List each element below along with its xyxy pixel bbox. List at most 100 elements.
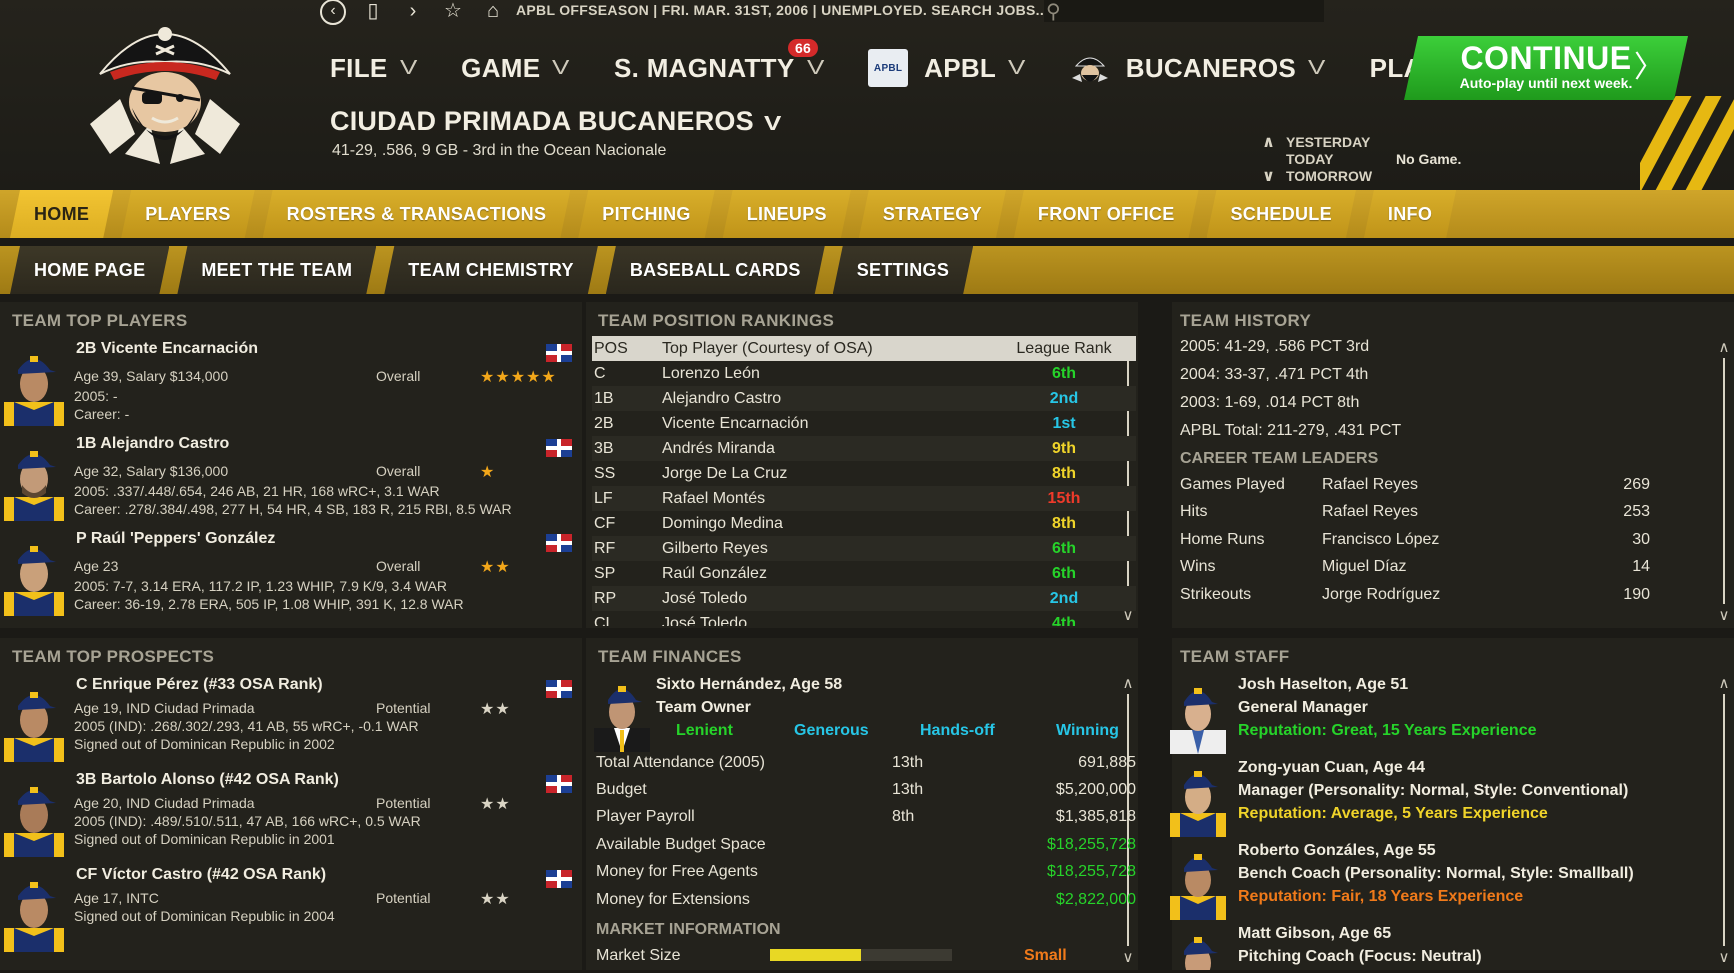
bookmark-icon[interactable]: ▯: [360, 0, 386, 25]
home-icon[interactable]: ⌂: [480, 0, 506, 25]
top-player-card[interactable]: 1B Alejandro Castro Age 32, Salary $136,…: [0, 431, 580, 526]
status-line[interactable]: APBL OFFSEASON | FRI. MAR. 31ST, 2006 | …: [516, 2, 1048, 18]
table-row[interactable]: LF Rafael Montés 15th: [592, 486, 1136, 511]
staff-member[interactable]: Zong-yuan Cuan, Age 44 Manager (Personal…: [1170, 759, 1710, 839]
column-header[interactable]: Top Player (Courtesy of OSA): [662, 340, 992, 358]
table-row[interactable]: 2B Vicente Encarnación 1st: [592, 411, 1136, 436]
player-name[interactable]: Alejandro Castro: [662, 390, 992, 408]
player-name[interactable]: 2B Vicente Encarnación: [76, 340, 258, 358]
tab-players[interactable]: PLAYERS: [121, 190, 254, 238]
player-name[interactable]: Gilberto Reyes: [662, 540, 992, 558]
column-header[interactable]: League Rank: [992, 340, 1136, 358]
day-tomorrow[interactable]: TOMORROW: [1286, 168, 1372, 185]
staff-name[interactable]: Matt Gibson, Age 65: [1238, 925, 1391, 943]
column-header[interactable]: POS: [592, 340, 662, 358]
menu-manager[interactable]: S. MAGNATTY 66 V: [614, 38, 824, 84]
prospect-name[interactable]: C Enrique Pérez (#33 OSA Rank): [76, 676, 323, 694]
team-logo[interactable]: [80, 4, 250, 174]
forward-icon[interactable]: ›: [400, 0, 426, 25]
leader-player[interactable]: Rafael Reyes: [1322, 503, 1418, 521]
tab-info[interactable]: INFO: [1364, 190, 1456, 238]
subtab-meet-the-team[interactable]: MEET THE TEAM: [177, 246, 376, 294]
scroll-down-icon[interactable]: ∨: [1118, 948, 1138, 966]
tab-home[interactable]: HOME: [10, 190, 113, 238]
staff-role: Bench Coach (Personality: Normal, Style:…: [1238, 865, 1634, 882]
menu-league[interactable]: APBL APBL V: [868, 49, 1025, 87]
chevron-down-icon[interactable]: ∨: [1262, 168, 1275, 185]
scroll-down-icon[interactable]: ∨: [1714, 948, 1734, 966]
prospect-card[interactable]: CF Víctor Castro (#42 OSA Rank) Age 17, …: [0, 862, 580, 957]
table-row[interactable]: SS Jorge De La Cruz 8th: [592, 461, 1136, 486]
table-row[interactable]: RF Gilberto Reyes 6th: [592, 536, 1136, 561]
player-name[interactable]: Andrés Miranda: [662, 440, 992, 458]
table-row[interactable]: SP Raúl González 6th: [592, 561, 1136, 586]
continue-button[interactable]: CONTINUE Auto-play until next week. 〉: [1404, 36, 1688, 100]
player-name[interactable]: 1B Alejandro Castro: [76, 435, 229, 453]
menu-file[interactable]: FILE V: [330, 53, 417, 84]
tab-rosters-transactions[interactable]: ROSTERS & TRANSACTIONS: [263, 190, 571, 238]
owner-name[interactable]: Sixto Hernández, Age 58: [656, 676, 842, 694]
leader-player[interactable]: Francisco López: [1322, 531, 1439, 549]
scroll-track[interactable]: [1723, 358, 1725, 604]
player-name[interactable]: Jorge De La Cruz: [662, 465, 992, 483]
scroll-up-icon[interactable]: ∧: [1714, 338, 1734, 356]
table-row[interactable]: CL José Toledo 4th: [592, 611, 1136, 627]
scroll-down-icon[interactable]: ∨: [1714, 606, 1734, 624]
player-name[interactable]: José Toledo: [662, 590, 992, 608]
star-icon[interactable]: ☆: [440, 0, 466, 25]
prospect-name[interactable]: 3B Bartolo Alonso (#42 OSA Rank): [76, 771, 339, 789]
prospect-name[interactable]: CF Víctor Castro (#42 OSA Rank): [76, 866, 326, 884]
player-name[interactable]: Vicente Encarnación: [662, 415, 992, 433]
top-player-card[interactable]: 2B Vicente Encarnación Age 39, Salary $1…: [0, 336, 580, 431]
menu-team[interactable]: BUCANEROS V: [1070, 48, 1325, 88]
prospect-card[interactable]: 3B Bartolo Alonso (#42 OSA Rank) Age 20,…: [0, 767, 580, 862]
subtab-settings[interactable]: SETTINGS: [833, 246, 973, 294]
top-player-card[interactable]: P Raúl 'Peppers' González Age 23 Overall…: [0, 526, 580, 621]
menu-game[interactable]: GAME V: [461, 53, 570, 84]
staff-avatar: [1184, 937, 1218, 970]
table-row[interactable]: C Lorenzo León 6th: [592, 361, 1136, 386]
leader-player[interactable]: Miguel Díaz: [1322, 558, 1406, 576]
history-season: 2004: 33-37, .471 PCT 4th: [1180, 366, 1369, 383]
tab-schedule[interactable]: SCHEDULE: [1207, 190, 1356, 238]
staff-name[interactable]: Roberto Gonzáles, Age 55: [1238, 842, 1436, 860]
chevron-up-icon[interactable]: ∧: [1262, 134, 1275, 151]
tab-lineups[interactable]: LINEUPS: [723, 190, 851, 238]
search-box[interactable]: ⚲: [1044, 0, 1324, 24]
subtab-home-page[interactable]: HOME PAGE: [10, 246, 169, 294]
staff-member[interactable]: Matt Gibson, Age 65 Pitching Coach (Focu…: [1170, 925, 1710, 970]
scroll-track[interactable]: [1723, 694, 1725, 946]
subtab-team-chemistry[interactable]: TEAM CHEMISTRY: [384, 246, 598, 294]
table-row[interactable]: CF Domingo Medina 8th: [592, 511, 1136, 536]
tab-strategy[interactable]: STRATEGY: [859, 190, 1006, 238]
player-name[interactable]: Domingo Medina: [662, 515, 992, 533]
staff-member[interactable]: Roberto Gonzáles, Age 55 Bench Coach (Pe…: [1170, 842, 1710, 922]
day-yesterday[interactable]: YESTERDAY: [1286, 134, 1372, 151]
table-row[interactable]: RP José Toledo 2nd: [592, 586, 1136, 611]
table-row[interactable]: 1B Alejandro Castro 2nd: [592, 386, 1136, 411]
staff-member[interactable]: Josh Haselton, Age 51 General Manager Re…: [1170, 676, 1710, 756]
back-icon[interactable]: ‹: [320, 0, 346, 25]
tab-pitching[interactable]: PITCHING: [578, 190, 714, 238]
history-scrollbar[interactable]: ∧ ∨: [1714, 338, 1734, 628]
tab-front-office[interactable]: FRONT OFFICE: [1014, 190, 1199, 238]
leader-player[interactable]: Jorge Rodríguez: [1322, 586, 1440, 604]
staff-scrollbar[interactable]: ∧ ∨: [1714, 674, 1734, 970]
player-name[interactable]: Rafael Montés: [662, 490, 992, 508]
scroll-up-icon[interactable]: ∧: [1118, 674, 1138, 692]
subtab-baseball-cards[interactable]: BASEBALL CARDS: [606, 246, 825, 294]
day-today[interactable]: TODAY: [1286, 151, 1372, 168]
owner-avatar[interactable]: [594, 672, 650, 752]
player-name[interactable]: Lorenzo León: [662, 365, 992, 383]
staff-name[interactable]: Zong-yuan Cuan, Age 44: [1238, 759, 1425, 777]
team-title[interactable]: CIUDAD PRIMADA BUCANEROS V: [330, 106, 781, 137]
player-name[interactable]: José Toledo: [662, 615, 992, 627]
player-name[interactable]: P Raúl 'Peppers' González: [76, 530, 275, 548]
staff-name[interactable]: Josh Haselton, Age 51: [1238, 676, 1408, 694]
leader-player[interactable]: Rafael Reyes: [1322, 476, 1418, 494]
player-name[interactable]: Raúl González: [662, 565, 992, 583]
table-row[interactable]: 3B Andrés Miranda 9th: [592, 436, 1136, 461]
search-icon[interactable]: ⚲: [1046, 0, 1061, 24]
prospect-card[interactable]: C Enrique Pérez (#33 OSA Rank) Age 19, I…: [0, 672, 580, 767]
scroll-up-icon[interactable]: ∧: [1714, 674, 1734, 692]
